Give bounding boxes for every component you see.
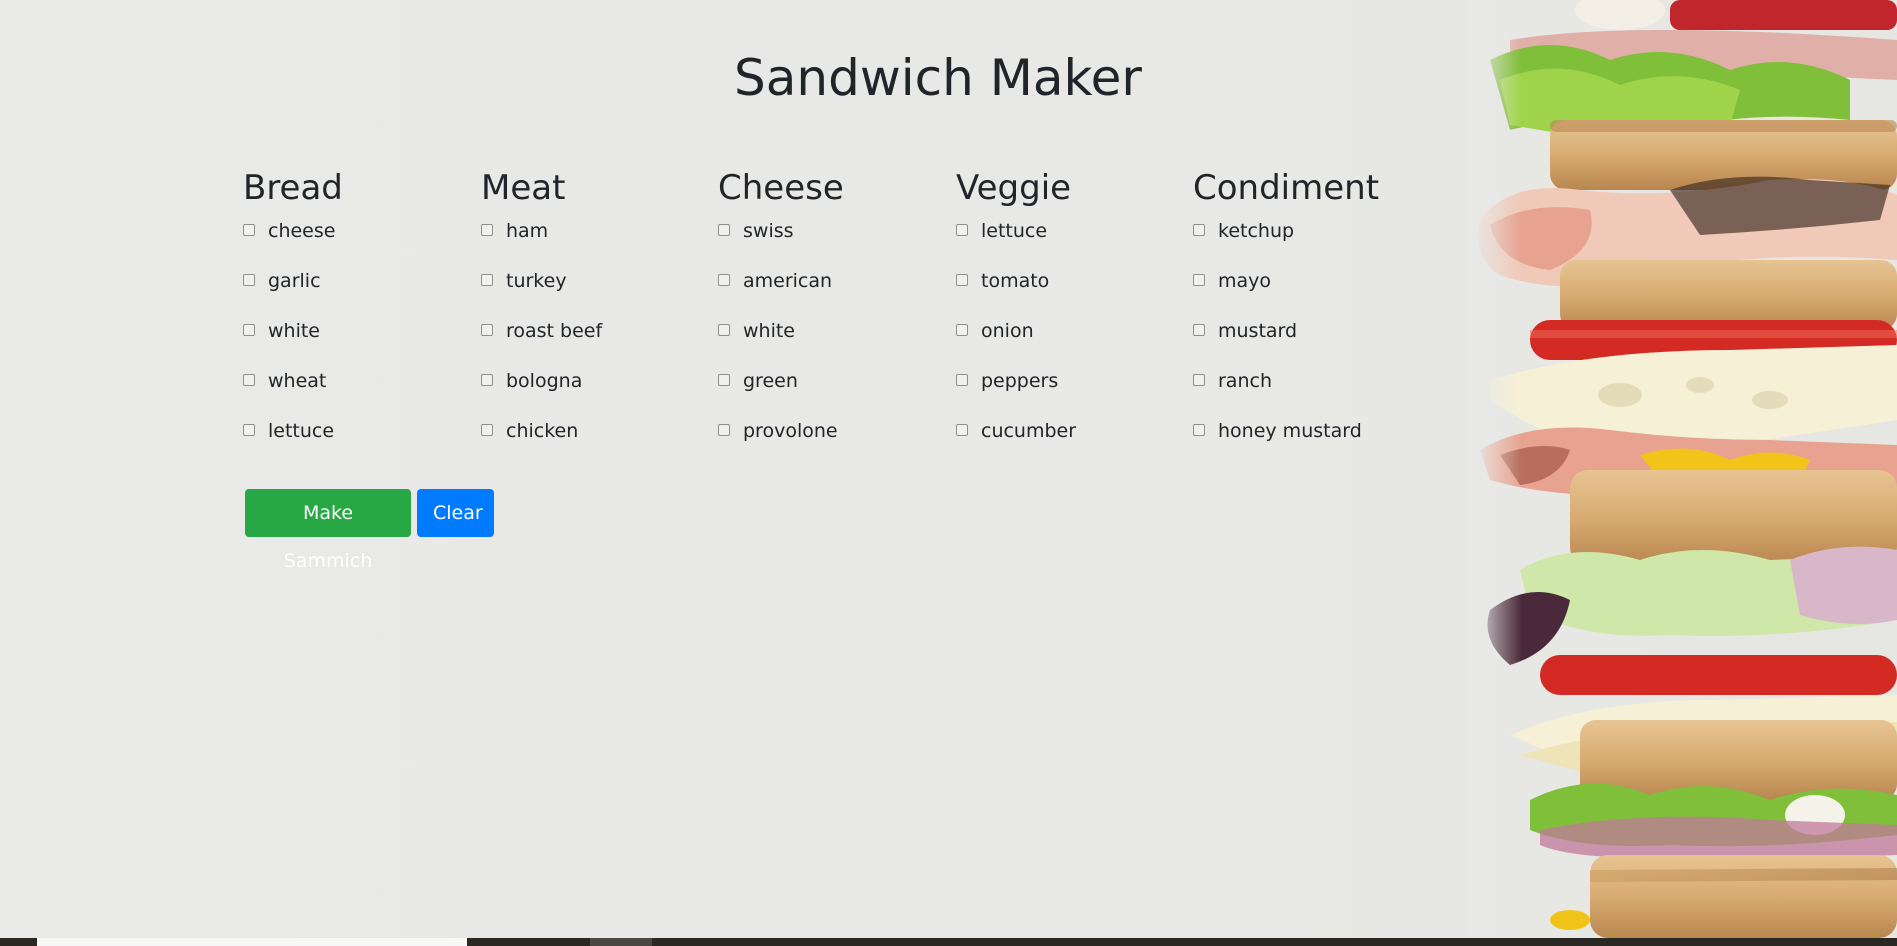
option-label[interactable]: cucumber: [981, 419, 1076, 443]
option-label[interactable]: lettuce: [981, 219, 1047, 243]
checkbox[interactable]: [1193, 274, 1205, 286]
option-label[interactable]: ketchup: [1218, 219, 1294, 243]
option-label[interactable]: lettuce: [268, 419, 334, 443]
option-row[interactable]: honey mustard: [1193, 420, 1423, 474]
category-heading: Bread: [243, 168, 343, 208]
option-row[interactable]: white: [718, 320, 948, 374]
option-label[interactable]: white: [743, 319, 795, 343]
category-condiment: Condiment ketchup mayo mustard ranch hon…: [1193, 168, 1423, 474]
option-row[interactable]: mayo: [1193, 270, 1423, 324]
page: Sandwich Maker Bread cheese garlic white…: [0, 0, 1897, 946]
checkbox[interactable]: [718, 224, 730, 236]
option-row[interactable]: ketchup: [1193, 220, 1423, 274]
sandwich-image: [1470, 0, 1897, 938]
checkbox[interactable]: [243, 374, 255, 386]
checkbox[interactable]: [1193, 324, 1205, 336]
option-label[interactable]: tomato: [981, 269, 1049, 293]
option-label[interactable]: american: [743, 269, 832, 293]
taskbar-segment: [590, 938, 652, 946]
option-row[interactable]: cheese: [243, 220, 473, 274]
option-label[interactable]: cheese: [268, 219, 335, 243]
checkbox[interactable]: [243, 274, 255, 286]
option-label[interactable]: honey mustard: [1218, 419, 1362, 443]
option-row[interactable]: onion: [956, 320, 1186, 374]
option-row[interactable]: provolone: [718, 420, 948, 474]
category-heading: Veggie: [956, 168, 1072, 208]
option-row[interactable]: mustard: [1193, 320, 1423, 374]
category-meat: Meat ham turkey roast beef bologna chick…: [481, 168, 711, 474]
option-label[interactable]: ranch: [1218, 369, 1272, 393]
checkbox[interactable]: [1193, 424, 1205, 436]
checkbox[interactable]: [956, 274, 968, 286]
option-row[interactable]: lettuce: [956, 220, 1186, 274]
sandwich-illustration: [1470, 0, 1897, 938]
option-row[interactable]: roast beef: [481, 320, 711, 374]
option-row[interactable]: white: [243, 320, 473, 374]
option-row[interactable]: garlic: [243, 270, 473, 324]
checkbox[interactable]: [956, 374, 968, 386]
option-label[interactable]: turkey: [506, 269, 567, 293]
option-label[interactable]: green: [743, 369, 798, 393]
checkbox[interactable]: [956, 224, 968, 236]
option-row[interactable]: bologna: [481, 370, 711, 424]
option-label[interactable]: ham: [506, 219, 548, 243]
option-row[interactable]: peppers: [956, 370, 1186, 424]
option-label[interactable]: swiss: [743, 219, 794, 243]
checkbox[interactable]: [718, 374, 730, 386]
option-row[interactable]: ranch: [1193, 370, 1423, 424]
option-label[interactable]: mustard: [1218, 319, 1297, 343]
option-label[interactable]: white: [268, 319, 320, 343]
checkbox[interactable]: [1193, 374, 1205, 386]
option-row[interactable]: chicken: [481, 420, 711, 474]
option-row[interactable]: ham: [481, 220, 711, 274]
option-row[interactable]: american: [718, 270, 948, 324]
option-label[interactable]: mayo: [1218, 269, 1271, 293]
checkbox[interactable]: [481, 374, 493, 386]
category-heading: Condiment: [1193, 168, 1380, 208]
checkbox[interactable]: [481, 324, 493, 336]
checkbox[interactable]: [481, 224, 493, 236]
make-sammich-button[interactable]: Make Sammich: [245, 489, 411, 572]
option-label[interactable]: garlic: [268, 269, 321, 293]
option-row[interactable]: turkey: [481, 270, 711, 324]
checkbox[interactable]: [718, 274, 730, 286]
checkbox[interactable]: [243, 324, 255, 336]
option-label[interactable]: bologna: [506, 369, 582, 393]
taskbar-segment: [37, 938, 467, 946]
option-row[interactable]: swiss: [718, 220, 948, 274]
option-label[interactable]: chicken: [506, 419, 578, 443]
option-label[interactable]: peppers: [981, 369, 1058, 393]
category-bread: Bread cheese garlic white wheat lettuce: [243, 168, 473, 474]
category-heading: Meat: [481, 168, 566, 208]
option-label[interactable]: roast beef: [506, 319, 602, 343]
option-row[interactable]: tomato: [956, 270, 1186, 324]
bottom-taskbar-strip: [0, 938, 1897, 946]
checkbox[interactable]: [243, 424, 255, 436]
checkbox[interactable]: [718, 324, 730, 336]
checkbox[interactable]: [718, 424, 730, 436]
category-veggie: Veggie lettuce tomato onion peppers cucu…: [956, 168, 1186, 474]
option-label[interactable]: onion: [981, 319, 1034, 343]
option-row[interactable]: cucumber: [956, 420, 1186, 474]
option-label[interactable]: wheat: [268, 369, 326, 393]
option-row[interactable]: green: [718, 370, 948, 424]
checkbox[interactable]: [956, 324, 968, 336]
option-row[interactable]: wheat: [243, 370, 473, 424]
option-row[interactable]: lettuce: [243, 420, 473, 474]
category-heading: Cheese: [718, 168, 844, 208]
option-label[interactable]: provolone: [743, 419, 838, 443]
checkbox[interactable]: [243, 224, 255, 236]
checkbox[interactable]: [481, 274, 493, 286]
clear-button[interactable]: Clear: [417, 489, 494, 537]
checkbox[interactable]: [481, 424, 493, 436]
checkbox[interactable]: [956, 424, 968, 436]
category-cheese: Cheese swiss american white green provol…: [718, 168, 948, 474]
checkbox[interactable]: [1193, 224, 1205, 236]
